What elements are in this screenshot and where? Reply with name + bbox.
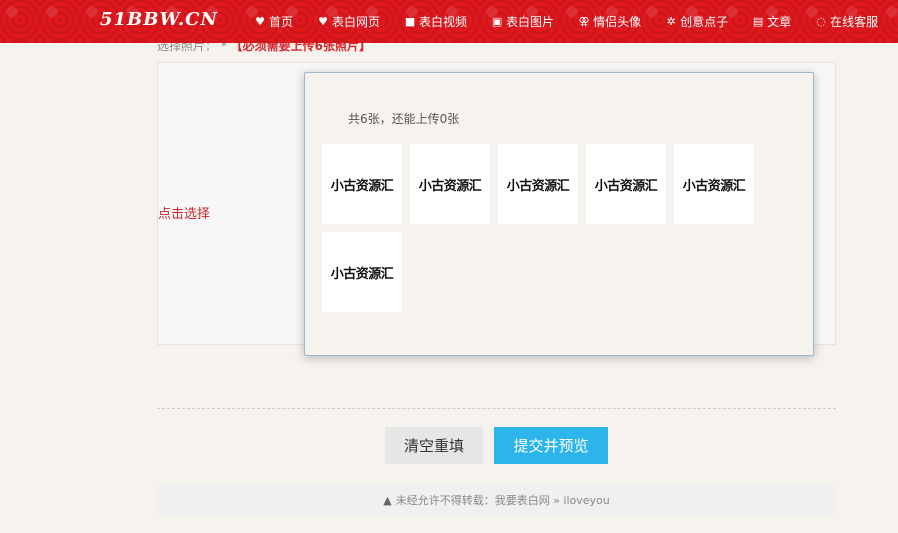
main-nav: ♥ 首页 ♥ 表白网页 ■ 表白视频 ▣ 表白图片 ⚢ 情侣头像 ✲ 创意点子 …: [254, 0, 878, 43]
nav-item-label: 表白网页: [332, 15, 381, 29]
book-icon: ▤: [752, 15, 764, 28]
nav-item-confession-image[interactable]: ▣ 表白图片: [491, 13, 554, 30]
submit-preview-button[interactable]: 提交并预览: [494, 427, 608, 464]
copyright-text: 未经允许不得转载：我要表白网 » iloveyou: [395, 494, 610, 507]
top-navigation-bar: 51BBW.CN ♥ 首页 ♥ 表白网页 ■ 表白视频 ▣ 表白图片 ⚢ 情侣头…: [0, 0, 898, 43]
nav-item-confession-webpage[interactable]: ♥ 表白网页: [317, 13, 380, 30]
heart-icon: ♥: [255, 15, 265, 28]
photo-thumbnail[interactable]: 小古资源汇: [322, 144, 402, 224]
upload-dialog: 共6张，还能上传0张 小古资源汇 小古资源汇 小古资源汇 小古资源汇 小古资源汇…: [304, 72, 814, 356]
photo-thumbnail[interactable]: 小古资源汇: [410, 144, 490, 224]
video-icon: ■: [404, 15, 416, 28]
nav-item-home[interactable]: ♥ 首页: [254, 13, 293, 30]
upload-count-info: 共6张，还能上传0张: [348, 112, 460, 126]
photo-thumbnail[interactable]: 小古资源汇: [322, 232, 402, 312]
reset-button[interactable]: 清空重填: [385, 427, 483, 464]
nav-item-label: 情侣头像: [593, 15, 642, 29]
photo-thumbnail[interactable]: 小古资源汇: [498, 144, 578, 224]
copyright-notice: ▲ 未经允许不得转载：我要表白网 » iloveyou: [157, 484, 836, 516]
dashed-divider: [157, 408, 836, 409]
nav-item-label: 在线客服: [830, 15, 879, 29]
nav-item-label: 创意点子: [680, 15, 729, 29]
heart-icon: ♥: [318, 15, 328, 28]
nav-item-label: 表白视频: [419, 15, 468, 29]
site-logo[interactable]: 51BBW.CN: [100, 9, 218, 30]
couple-icon: ⚢: [578, 15, 590, 28]
nav-item-label: 首页: [269, 15, 294, 29]
image-icon: ▣: [491, 15, 503, 28]
nav-item-label: 文章: [767, 15, 792, 29]
chat-icon: ◌: [816, 15, 826, 28]
nav-item-couple-avatar[interactable]: ⚢ 情侣头像: [578, 13, 642, 30]
thumbnail-list: 小古资源汇 小古资源汇 小古资源汇 小古资源汇 小古资源汇 小古资源汇: [322, 144, 782, 320]
nav-item-articles[interactable]: ▤ 文章: [752, 13, 791, 30]
photo-thumbnail[interactable]: 小古资源汇: [674, 144, 754, 224]
click-select-link[interactable]: 点击选择: [158, 203, 210, 222]
nav-item-confession-video[interactable]: ■ 表白视频: [404, 13, 467, 30]
photo-thumbnail[interactable]: 小古资源汇: [586, 144, 666, 224]
nav-item-label: 表白图片: [506, 15, 555, 29]
idea-icon: ✲: [666, 15, 676, 28]
warning-icon: ▲: [383, 493, 392, 507]
nav-item-online-support[interactable]: ◌ 在线客服: [815, 13, 878, 30]
nav-item-creative-ideas[interactable]: ✲ 创意点子: [665, 13, 728, 30]
